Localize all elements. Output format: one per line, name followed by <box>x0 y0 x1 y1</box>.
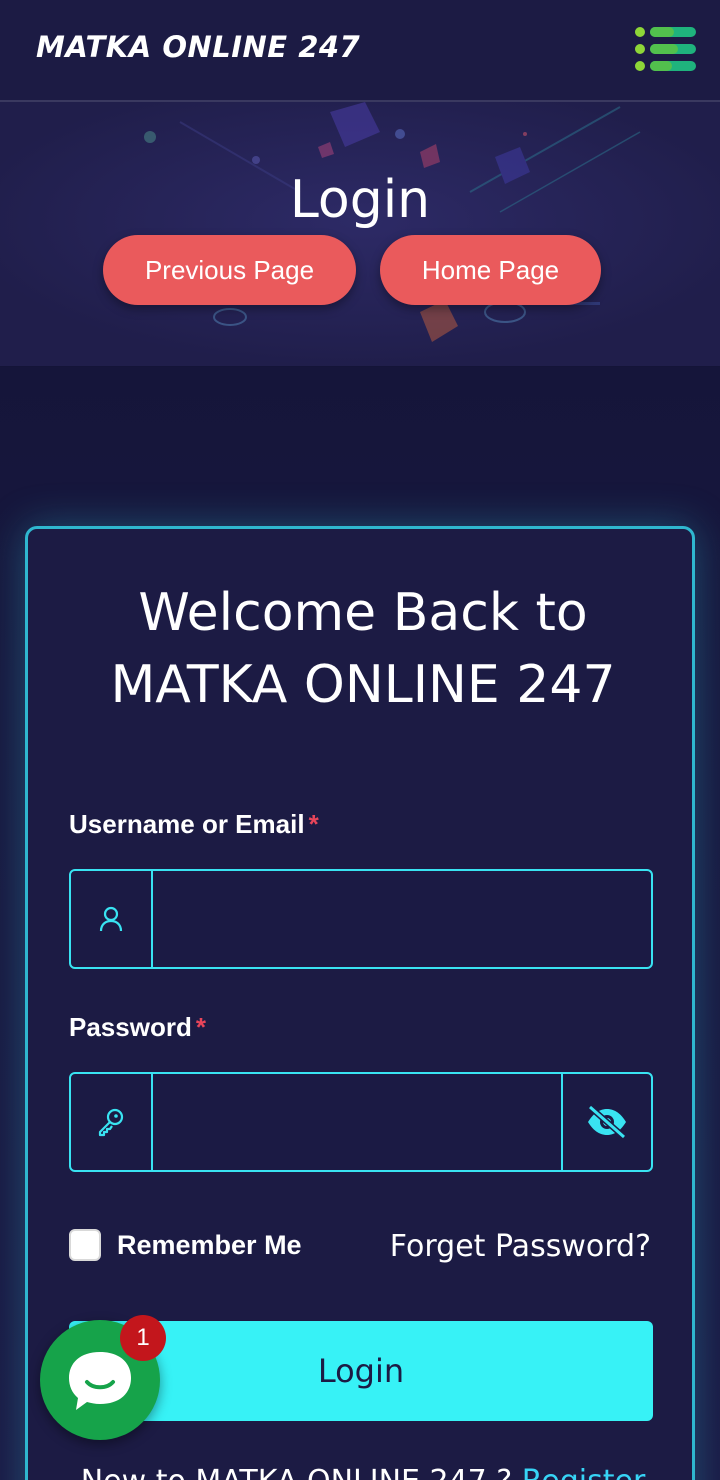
password-label-text: Password <box>69 1012 192 1042</box>
previous-page-button[interactable]: Previous Page <box>103 235 356 305</box>
home-page-button[interactable]: Home Page <box>380 235 601 305</box>
username-field <box>69 869 653 969</box>
remember-me-checkbox[interactable] <box>69 1229 101 1261</box>
page-hero-banner: Login Previous Page Home Page <box>0 102 720 367</box>
welcome-line-1: Welcome Back to <box>138 583 588 643</box>
chat-notification-badge: 1 <box>120 1315 166 1361</box>
register-link[interactable]: Register <box>522 1464 646 1480</box>
welcome-heading: Welcome Back to MATKA ONLINE 247 <box>28 577 698 721</box>
remember-me[interactable]: Remember Me <box>69 1229 302 1261</box>
page-title: Login <box>289 170 431 230</box>
menu-lines-icon[interactable] <box>634 26 698 76</box>
hero-background-art <box>0 102 720 366</box>
register-prompt-text: New to MATKA ONLINE 247 ? <box>81 1464 513 1480</box>
eye-off-icon[interactable] <box>561 1074 651 1170</box>
required-mark: * <box>308 809 319 839</box>
username-label: Username or Email * <box>69 809 319 840</box>
top-navbar: MATKA ONLINE 247 <box>0 0 720 102</box>
username-input[interactable] <box>155 871 651 967</box>
password-field <box>69 1072 653 1172</box>
username-label-text: Username or Email <box>69 809 305 839</box>
forget-password-link[interactable]: Forget Password? <box>390 1229 651 1264</box>
key-icon <box>71 1074 153 1170</box>
register-prompt: New to MATKA ONLINE 247 ? Register <box>28 1464 698 1480</box>
user-icon <box>71 871 153 967</box>
remember-me-label[interactable]: Remember Me <box>117 1230 302 1261</box>
password-input[interactable] <box>155 1074 561 1170</box>
site-logo-text[interactable]: MATKA ONLINE 247 <box>36 30 360 64</box>
required-mark: * <box>195 1012 206 1042</box>
welcome-line-2: MATKA ONLINE 247 <box>110 655 616 715</box>
password-label: Password * <box>69 1012 206 1043</box>
